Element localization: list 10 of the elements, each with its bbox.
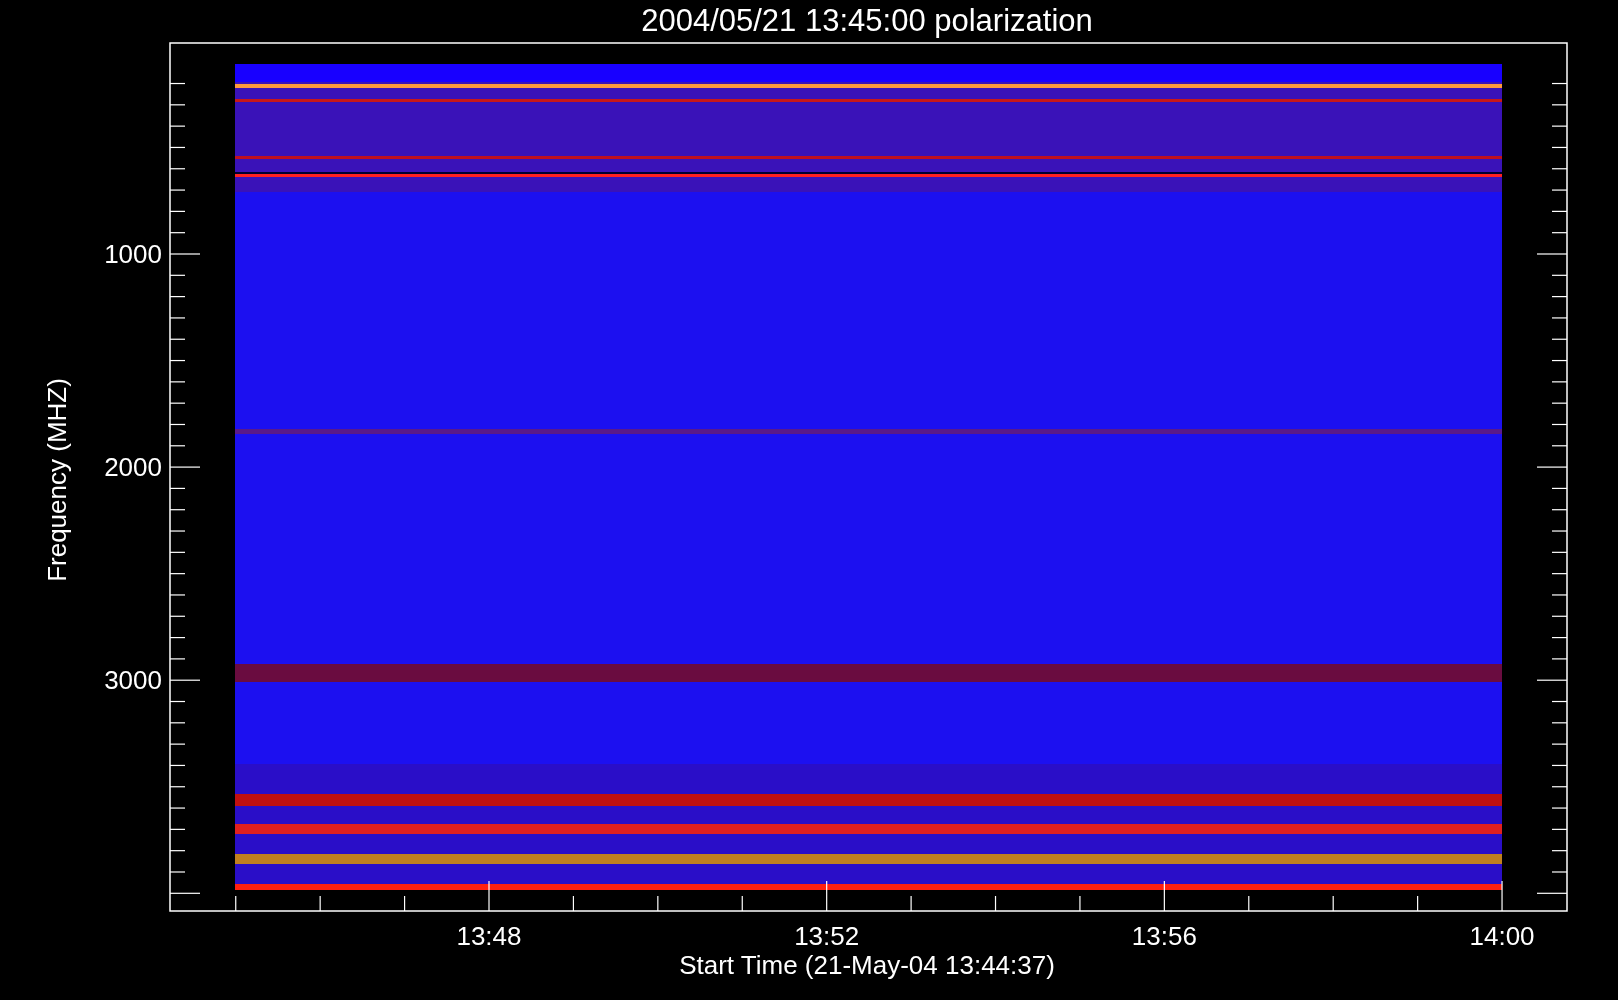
- x-axis-label: Start Time (21-May-04 13:44:37): [679, 950, 1055, 980]
- x-tick-label: 13:48: [456, 921, 522, 951]
- y-tick-label: 3000: [104, 665, 162, 696]
- x-tick-label: 13:56: [1131, 921, 1197, 951]
- y-axis-label: Frequency (MHZ): [42, 378, 72, 582]
- y-tick-label: 2000: [104, 452, 162, 483]
- y-tick-label: 1000: [104, 239, 162, 269]
- x-tick-label: 13:52: [794, 921, 860, 951]
- chart-title: 2004/05/21 13:45:00 polarization: [641, 3, 1093, 38]
- x-tick-label: 14:00: [1469, 921, 1535, 951]
